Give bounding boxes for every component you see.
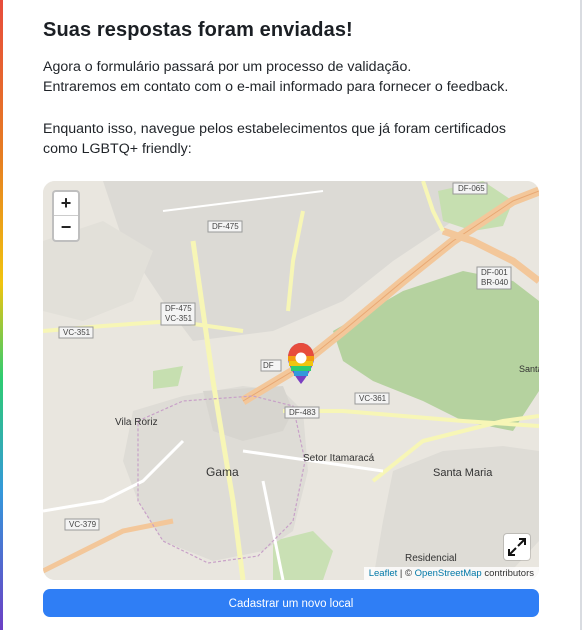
road-label: DF	[263, 361, 274, 370]
browse-message: Enquanto isso, navegue pelos estabelecim…	[43, 121, 506, 137]
road-label: DF-475	[165, 304, 192, 313]
road-label: VC-351	[165, 314, 193, 323]
place-label: Santa	[519, 364, 539, 374]
fullscreen-button[interactable]	[504, 534, 530, 560]
place-label: Setor Itamaracá	[303, 453, 375, 464]
road-label: DF-475	[212, 222, 239, 231]
map-attribution: Leaflet | © OpenStreetMap contributors	[363, 567, 539, 580]
browse-message-continued: como LGBTQ+ friendly:	[43, 141, 192, 157]
contact-message: Entraremos em contato com o e-mail infor…	[43, 79, 509, 95]
page-title: Suas respostas foram enviadas!	[43, 19, 353, 41]
validation-message: Agora o formulário passará por um proces…	[43, 59, 412, 75]
register-new-place-button[interactable]: Cadastrar um novo local	[43, 589, 539, 617]
place-label: Santa Maria	[433, 467, 493, 479]
rainbow-side-border	[0, 0, 3, 630]
osm-link[interactable]: OpenStreetMap	[415, 568, 482, 579]
zoom-in-button[interactable]: +	[54, 192, 78, 216]
place-label: Gama	[206, 465, 239, 479]
road-label: VC-379	[69, 520, 97, 529]
road-label: BR-040	[481, 278, 509, 287]
attribution-contributors: contributors	[481, 568, 534, 579]
road-label: DF-065	[458, 184, 485, 193]
road-label: VC-351	[63, 328, 91, 337]
road-label: VC-361	[359, 394, 387, 403]
road-label: DF-001	[481, 268, 508, 277]
zoom-out-button[interactable]: −	[54, 216, 78, 240]
road-label: DF-483	[289, 408, 316, 417]
place-label: Residencial	[405, 553, 457, 564]
establishments-map[interactable]: DF-065 DF-475 DF-475 VC-351 VC-351 DF-00…	[43, 181, 539, 580]
leaflet-link[interactable]: Leaflet	[369, 568, 398, 579]
place-label: Vila Roriz	[115, 417, 158, 428]
zoom-control: + −	[52, 190, 80, 242]
map-tiles[interactable]: DF-065 DF-475 DF-475 VC-351 VC-351 DF-00…	[43, 181, 539, 580]
expand-icon	[508, 538, 526, 556]
attribution-separator: | ©	[397, 568, 415, 579]
